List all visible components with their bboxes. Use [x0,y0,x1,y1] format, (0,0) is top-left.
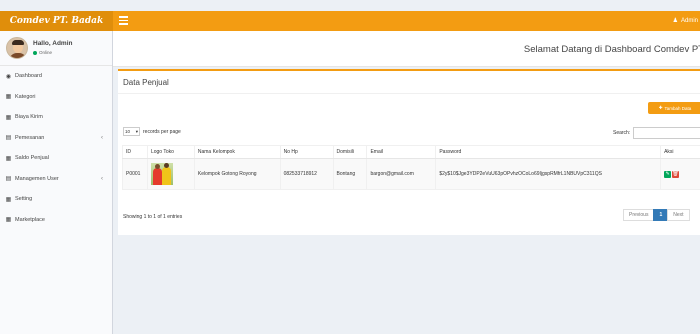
column-header[interactable]: Password [435,145,662,159]
table-icon: ▤ [5,135,12,142]
records-per-page: 10 ▾ records per page [123,127,181,136]
data-box: Data Penjual ✚ Tambah Data 10 ▾ records … [118,69,700,235]
user-panel: Hallo, Admin Online [0,31,112,66]
add-data-label: Tambah Data [664,105,692,111]
search-input[interactable] [633,127,700,139]
sidebar-item-managemen-user[interactable]: ▤ Managemen User ‹ [0,169,112,190]
sidebar-item-label: Dashboard [15,73,42,80]
grid-icon: ▦ [5,196,12,203]
search-label: Search: [613,130,631,136]
cell-id: P0001 [122,158,148,190]
user-icon: ♟ [672,18,678,24]
cell-aksi: ✎ 🗑 [660,158,700,190]
sidebar-item-label: Saldo Penjual [15,155,49,162]
online-status-icon [33,50,37,55]
page-1-button[interactable]: 1 [653,209,669,221]
cell-email: bargon@gmail.com [366,158,437,190]
table-icon: ▤ [5,176,12,183]
menu-toggle-icon[interactable] [119,16,128,25]
column-header[interactable]: Logo Toko [146,145,195,159]
sidebar-item-marketplace[interactable]: ▦ Marketplace [0,210,112,231]
records-per-page-select[interactable]: 10 ▾ [123,127,140,136]
data-table: ID Logo Toko Nama Kelompok No Hp Domisil… [122,145,700,190]
table-info: Showing 1 to 1 of 1 entries [123,214,183,220]
sidebar-item-label: Pemesanan [15,134,45,141]
cell-no-hp: 082533718912 [279,158,334,190]
column-header[interactable]: No Hp [279,145,334,159]
divider [118,93,700,94]
user-status: Online [33,50,52,55]
table-search: Search: [613,127,700,139]
sidebar-item-label: Biaya Kirim [15,114,43,121]
brand-logo[interactable]: Comdev PT. Badak [0,11,113,31]
sidebar-item-label: Setting [15,196,33,203]
user-menu[interactable]: ♟ Admin [673,11,698,31]
avatar [6,37,28,59]
grid-icon: ▦ [5,217,12,224]
sidebar-item-kategori[interactable]: ▦ Kategori [0,87,112,108]
edit-icon[interactable]: ✎ [664,170,672,178]
column-header[interactable]: ID [122,145,148,159]
column-header[interactable]: Email [366,145,437,159]
box-title: Data Penjual [123,78,169,87]
sidebar-item-setting[interactable]: ▦ Setting [0,189,112,210]
previous-page-button[interactable]: Previous [623,209,655,221]
grid-icon: ▦ [5,155,12,162]
sidebar-item-label: Kategori [15,93,36,100]
user-menu-label: Admin [680,18,698,24]
shop-logo-image [150,163,173,185]
top-navbar: Comdev PT. Badak ♟ Admin [0,11,700,31]
plus-icon: ✚ [658,105,663,110]
sidebar-item-label: Marketplace [15,216,45,223]
caret-down-icon: ▾ [135,128,138,134]
records-per-page-label: records per page [143,128,181,135]
trash-icon[interactable]: 🗑 [672,170,680,178]
sidebar: Hallo, Admin Online ◉ Dashboard ▦ Katego… [0,31,113,334]
grid-icon: ▦ [5,114,12,121]
sidebar-item-label: Managemen User [15,175,59,182]
sidebar-item-pemesanan[interactable]: ▤ Pemesanan ‹ [0,128,112,149]
page-title: Selamat Datang di Dashboard Comdev PT [523,44,700,55]
chevron-left-icon: ‹ [101,175,103,182]
pagination: Previous 1 Next [623,209,690,221]
sidebar-item-saldo-penjual[interactable]: ▦ Saldo Penjual [0,148,112,169]
chevron-left-icon: ‹ [101,134,103,141]
user-greeting: Hallo, Admin [33,40,73,47]
sidebar-item-dashboard[interactable]: ◉ Dashboard [0,66,112,87]
dashboard-icon: ◉ [5,73,12,80]
next-page-button[interactable]: Next [667,209,690,221]
content-header: Selamat Datang di Dashboard Comdev PT [113,31,700,67]
column-header[interactable]: Domisili [332,145,368,159]
cell-domisili: Bontang [332,158,368,190]
column-header[interactable]: Aksi [660,145,700,159]
table-header-row: ID Logo Toko Nama Kelompok No Hp Domisil… [122,145,700,159]
cell-logo [146,158,195,190]
table-row: P0001 Kelompok Gotong Royong 08253371891… [122,158,700,190]
sidebar-item-biaya-kirim[interactable]: ▦ Biaya Kirim [0,107,112,128]
cell-nama-kelompok: Kelompok Gotong Royong [193,158,281,190]
grid-icon: ▦ [5,94,12,101]
records-per-page-value: 10 [125,129,131,134]
cell-password: $2y$10$Jge3YDP2eVuU63pOPvhzOCoLo69IjgspR… [435,158,662,190]
add-data-button[interactable]: ✚ Tambah Data [648,102,700,114]
user-status-label: Online [39,50,53,55]
column-header[interactable]: Nama Kelompok [193,145,281,159]
